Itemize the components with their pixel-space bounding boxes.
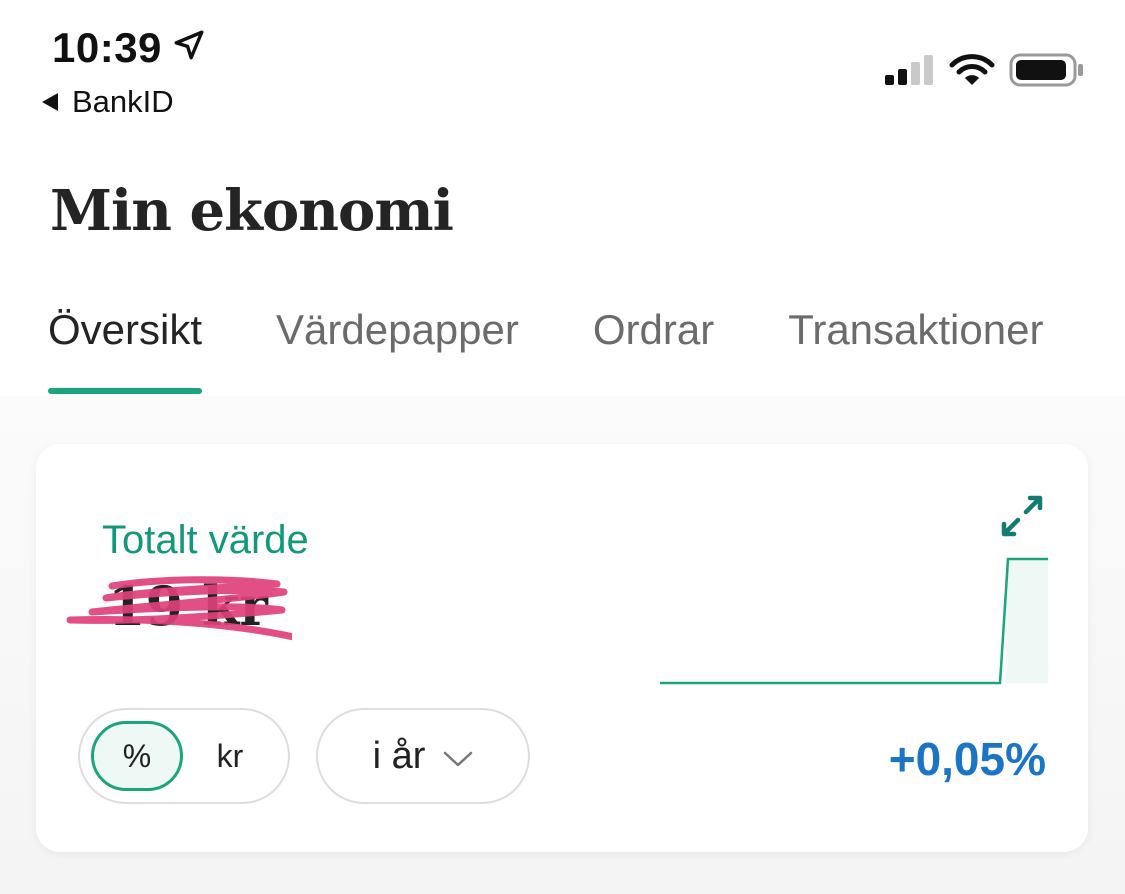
status-icons bbox=[883, 52, 1085, 93]
period-dropdown[interactable]: i år bbox=[316, 708, 530, 804]
percent-toggle-option[interactable]: % bbox=[91, 721, 183, 791]
total-value-label: Totalt värde bbox=[102, 518, 309, 562]
status-time-text: 10:39 bbox=[52, 24, 162, 71]
tab-ordrar[interactable]: Ordrar bbox=[593, 300, 714, 396]
chevron-down-icon bbox=[443, 735, 473, 778]
change-percentage: +0,05% bbox=[888, 733, 1046, 785]
unit-toggle: % kr bbox=[78, 708, 290, 804]
period-label: i år bbox=[372, 734, 426, 777]
battery-icon bbox=[1009, 52, 1085, 93]
sparkline-fill bbox=[1006, 559, 1048, 683]
total-value-card: Totalt värde 19 kr % kr i år +0,05% bbox=[36, 444, 1088, 852]
tab-oversikt[interactable]: Översikt bbox=[48, 300, 203, 396]
back-triangle-icon bbox=[40, 84, 60, 120]
tab-vardepapper[interactable]: Värdepapper bbox=[276, 300, 519, 396]
expand-icon[interactable] bbox=[998, 492, 1046, 545]
kr-toggle-option[interactable]: kr bbox=[184, 721, 276, 791]
location-arrow-icon bbox=[172, 24, 206, 72]
status-time: 10:39 bbox=[52, 24, 206, 72]
back-link-label: BankID bbox=[72, 84, 174, 119]
wifi-icon bbox=[949, 53, 995, 92]
back-to-bankid-link[interactable]: BankID bbox=[40, 84, 174, 120]
tab-transaktioner[interactable]: Transaktioner bbox=[788, 300, 1043, 396]
signal-icon bbox=[883, 53, 935, 92]
value-sparkline bbox=[660, 557, 1048, 685]
sparkline-line bbox=[660, 557, 1048, 685]
redaction-scribble bbox=[66, 576, 292, 641]
tab-bar: Översikt Värdepapper Ordrar Transaktione… bbox=[48, 300, 1125, 396]
page-title: Min ekonomi bbox=[50, 178, 454, 244]
